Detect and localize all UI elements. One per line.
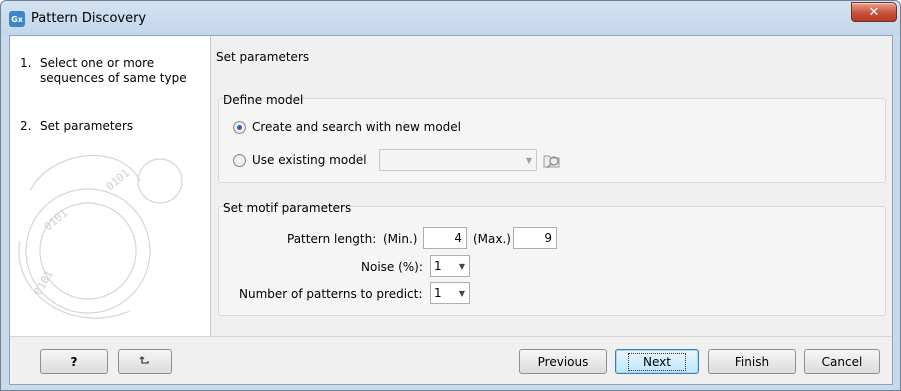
decorative-swirl-graphic: 0101 0101 0101	[18, 155, 183, 319]
finish-button[interactable]: Finish	[708, 349, 796, 374]
select-value: 1	[434, 286, 442, 300]
reset-button[interactable]	[118, 349, 172, 374]
chevron-down-icon: ▼	[458, 261, 466, 271]
page-title: Set parameters	[216, 50, 310, 64]
chevron-down-icon: ▼	[525, 155, 533, 165]
parameters-panel: Set parameters Define model Create and s…	[212, 36, 892, 336]
title-bar: Gx Pattern Discovery ✕	[1, 1, 900, 35]
cancel-button[interactable]: Cancel	[804, 349, 880, 374]
chevron-down-icon: ▼	[458, 288, 466, 298]
dialog-body: 1. Select one or more sequences of same …	[9, 35, 893, 385]
radio-label: Use existing model	[252, 153, 367, 167]
existing-model-select[interactable]: ▼	[379, 149, 537, 171]
next-button-label: Next	[628, 352, 686, 371]
group-title: Set motif parameters	[223, 201, 352, 215]
next-button[interactable]: Next	[615, 349, 699, 374]
close-button[interactable]: ✕	[851, 2, 897, 22]
define-model-group: Define model Create and search with new …	[218, 93, 886, 183]
noise-select[interactable]: 1 ▼	[430, 255, 470, 277]
radio-button[interactable]	[233, 120, 246, 134]
undo-arrow-icon	[139, 355, 149, 364]
app-icon: Gx	[9, 11, 25, 27]
radio-label: Create and search with new model	[252, 120, 462, 134]
step-label: Select one or more sequences of same typ…	[40, 56, 187, 85]
min-label: (Min.)	[383, 232, 418, 246]
select-value: 1	[434, 259, 442, 273]
window-title: Pattern Discovery	[31, 11, 147, 26]
radio-button[interactable]	[233, 153, 246, 167]
svg-text:0101: 0101	[104, 166, 133, 193]
folder-search-icon[interactable]	[541, 149, 563, 171]
button-bar: ? Previous Next Finish Cancel	[10, 336, 892, 384]
noise-label: Noise (%):	[361, 260, 423, 274]
svg-text:0101: 0101	[42, 206, 71, 233]
wizard-steps-panel: 1. Select one or more sequences of same …	[10, 36, 211, 336]
radio-use-existing-model[interactable]: Use existing model	[233, 153, 367, 167]
pattern-length-max-input[interactable]: 9	[513, 227, 557, 249]
help-button[interactable]: ?	[40, 349, 108, 374]
patterns-count-label: Number of patterns to predict:	[239, 287, 423, 301]
radio-create-new-model[interactable]: Create and search with new model	[233, 120, 461, 134]
step-item-select-sequences: 1. Select one or more sequences of same …	[20, 56, 190, 86]
pattern-length-label: Pattern length:	[287, 232, 377, 246]
max-label: (Max.)	[473, 232, 511, 246]
pattern-discovery-dialog: Gx Pattern Discovery ✕ 1. Select one or …	[0, 0, 901, 391]
previous-button[interactable]: Previous	[519, 349, 607, 374]
group-title: Define model	[223, 93, 304, 107]
step-number: 1.	[20, 56, 32, 70]
motif-parameters-group: Set motif parameters Pattern length: (Mi…	[218, 201, 886, 316]
pattern-length-min-input[interactable]: 4	[423, 227, 467, 249]
patterns-count-select[interactable]: 1 ▼	[430, 282, 470, 304]
